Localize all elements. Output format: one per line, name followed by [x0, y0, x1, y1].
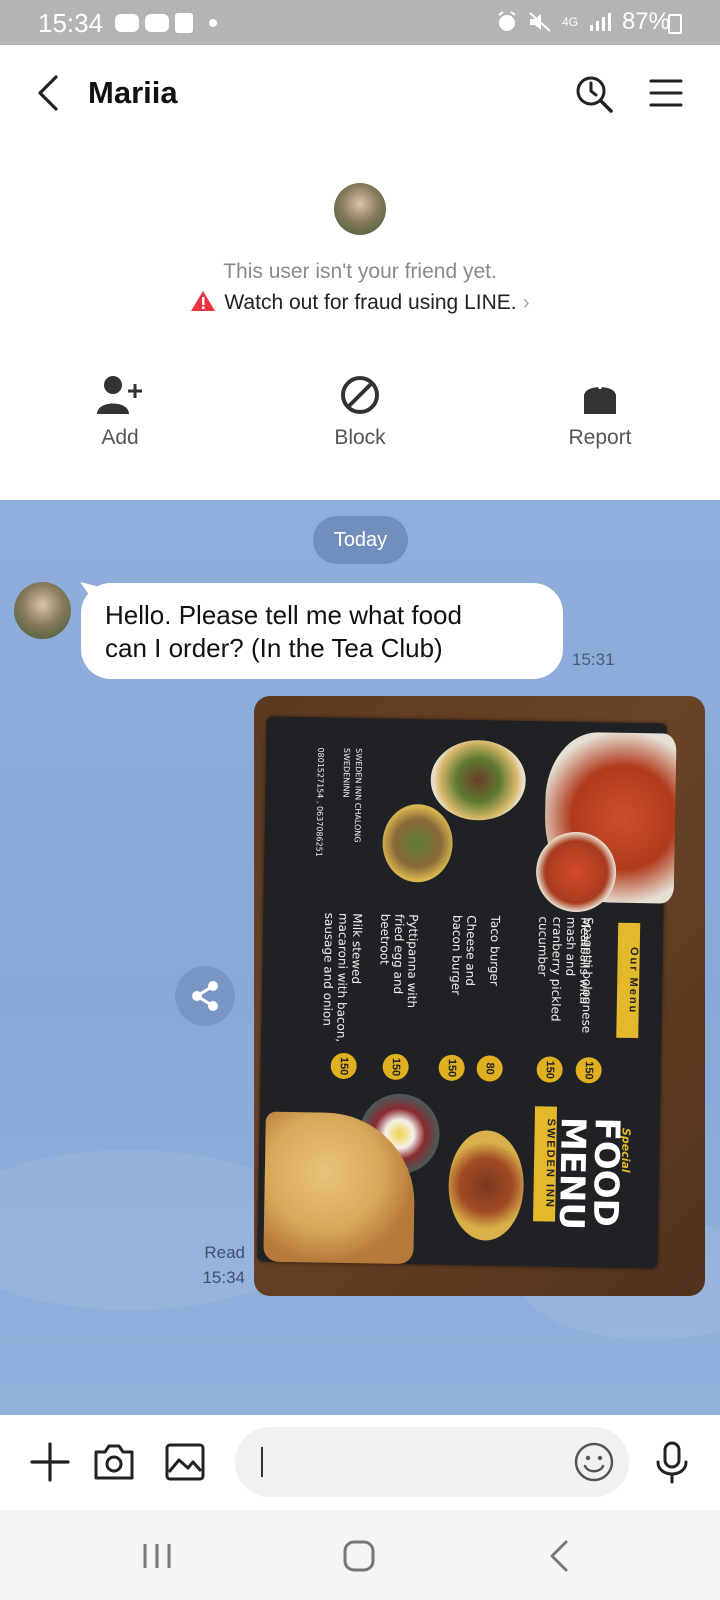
line-notification-icon [115, 14, 139, 32]
menu-price-2: 150 [536, 1056, 563, 1083]
meatballs-image [430, 739, 527, 822]
report-icon [584, 385, 616, 414]
warning-icon [191, 291, 216, 311]
footer-name: SWEDEN INN CHALONG [352, 748, 364, 843]
chevron-left-icon[interactable] [30, 73, 70, 113]
menu-price-3: 80 [476, 1055, 503, 1082]
fraud-warning-link[interactable]: Watch out for fraud using LINE. › [0, 290, 720, 315]
menu-price-1: 150 [575, 1056, 602, 1084]
avatar[interactable] [334, 183, 386, 235]
battery-charging-icon [668, 14, 682, 34]
alarm-icon [498, 11, 516, 31]
friend-actions: Add Block Report [0, 370, 720, 470]
message-input-bar [0, 1415, 720, 1510]
recent-apps-icon[interactable] [137, 1538, 177, 1574]
read-receipt: Read 15:34 [190, 1240, 245, 1290]
footer-handle: SWEDENINN [341, 747, 352, 798]
menu-item-6: Milk stewed macaroni with bacon, sausage… [320, 912, 365, 1043]
microphone-icon[interactable] [650, 1440, 694, 1484]
sender-avatar[interactable] [14, 582, 71, 639]
emoji-icon[interactable] [573, 1441, 615, 1483]
shopping-icon [175, 13, 193, 33]
menu-price-4: 150 [438, 1054, 465, 1082]
share-icon [192, 981, 218, 1011]
message-time: 15:31 [572, 650, 615, 669]
read-status: Read [204, 1243, 245, 1262]
notification-icons [115, 13, 217, 33]
menu-price-6: 150 [330, 1052, 357, 1080]
report-label: Report [568, 426, 632, 449]
system-navigation-bar [0, 1510, 720, 1600]
signal-icon [589, 13, 611, 31]
block-button[interactable]: Block [280, 370, 440, 450]
report-button[interactable]: Report [520, 370, 680, 450]
status-bar: 15:34 4G 87% [0, 0, 720, 45]
dot-icon [209, 19, 217, 27]
friend-notice: This user isn't your friend yet. Watch o… [0, 145, 720, 500]
chat-header: Mariia [0, 45, 720, 145]
add-friend-icon [97, 376, 142, 414]
home-icon[interactable] [339, 1538, 379, 1574]
photo-message[interactable]: Special FOOD MENU SWEDEN INN Our Menu Sp… [254, 696, 705, 1296]
fraud-warning-text: Watch out for fraud using LINE. [224, 291, 517, 314]
hamburger-menu-icon[interactable] [645, 73, 689, 117]
chevron-right-icon: › [522, 291, 530, 314]
block-label: Block [334, 426, 386, 449]
message-input[interactable] [235, 1427, 629, 1497]
history-search-icon[interactable] [573, 73, 617, 117]
plus-icon[interactable] [28, 1440, 72, 1484]
taco-image [381, 803, 454, 883]
menu-title: MENU [550, 1116, 593, 1231]
received-message-bubble[interactable]: Hello. Please tell me what food can I or… [81, 583, 563, 679]
menu-item-2: Meatballs with mash and cranberry pickle… [535, 916, 593, 1022]
add-friend-button[interactable]: Add [40, 370, 200, 450]
add-label: Add [101, 426, 139, 449]
not-friend-text: This user isn't your friend yet. [223, 260, 497, 283]
text-cursor [261, 1447, 263, 1477]
youtube-icon [145, 14, 169, 32]
menu-price-5: 150 [382, 1053, 409, 1081]
back-nav-icon[interactable] [540, 1538, 580, 1574]
share-button[interactable] [175, 966, 235, 1026]
block-icon [341, 376, 379, 414]
menu-item-5: Pyttipanna with fried egg and beetroot [377, 913, 421, 1009]
message-time: 15:34 [202, 1268, 245, 1287]
message-text-line: can I order? (In the Tea Club) [105, 633, 443, 663]
system-icons: 4G 87% [496, 8, 670, 36]
date-separator: Today [313, 516, 408, 564]
menu-item-4: Cheese and bacon burger [448, 914, 479, 996]
page-title: Mariia [88, 75, 178, 110]
burger-image [447, 1129, 525, 1242]
menu-card-image: Special FOOD MENU SWEDEN INN Our Menu Sp… [257, 716, 677, 1269]
footer-phone: 0801527154 , 0637086251 [314, 747, 326, 857]
our-menu-ribbon: Our Menu [616, 922, 641, 1039]
4g-icon: 4G [561, 15, 578, 29]
menu-item-3: Taco burger [487, 915, 503, 987]
status-time: 15:34 [38, 8, 104, 38]
battery-percent: 87% [621, 8, 670, 35]
gallery-icon[interactable] [163, 1440, 207, 1484]
chat-area[interactable]: Today Hello. Please tell me what food ca… [0, 500, 720, 1415]
venue-ribbon: SWEDEN INN [533, 1106, 558, 1222]
mute-icon [529, 12, 551, 32]
message-text-line: Hello. Please tell me what food [105, 600, 462, 630]
camera-icon[interactable] [92, 1440, 136, 1484]
food-title: FOOD [584, 1117, 627, 1228]
